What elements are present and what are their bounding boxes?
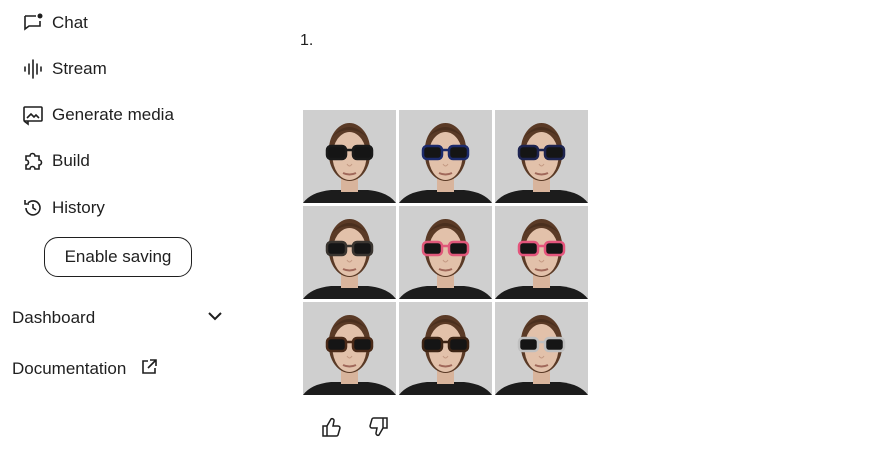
sidebar-item-chat[interactable]: Chat [22,10,88,36]
history-icon [22,197,44,219]
chat-icon [22,12,44,34]
sidebar-item-build[interactable]: Build [22,148,90,174]
sidebar-item-history[interactable]: History [22,195,105,221]
documentation-link[interactable]: Documentation [12,356,158,382]
sidebar-item-label: Chat [52,13,88,32]
image-icon [22,104,44,126]
sunglasses-variant-image [399,110,492,203]
sunglasses-variant-image [399,206,492,299]
chevron-down-icon [206,307,224,330]
sunglasses-variant-image [303,110,396,203]
thumbs-up-icon[interactable] [318,414,344,440]
thumbs-down-icon[interactable] [366,414,392,440]
sidebar-item-stream[interactable]: Stream [22,56,107,82]
sunglasses-variant-image [495,206,588,299]
dashboard-section-toggle[interactable]: Dashboard [12,305,224,331]
sidebar-item-label: Generate media [52,105,174,124]
sunglasses-variant-image [495,110,588,203]
sidebar-item-label: Build [52,151,90,170]
sidebar-item-label: History [52,198,105,217]
puzzle-icon [22,150,44,172]
external-link-icon [140,358,158,381]
sunglasses-variant-image [399,302,492,395]
sidebar-item-label: Stream [52,59,107,78]
sunglasses-image-grid[interactable] [303,110,589,396]
enable-saving-button[interactable]: Enable saving [44,237,192,277]
waveform-icon [22,58,44,80]
dashboard-label: Dashboard [12,308,96,327]
sidebar: Chat Stream Generate media Build History… [0,0,240,473]
sunglasses-variant-image [495,302,588,395]
list-number: 1. [300,32,314,49]
sunglasses-variant-image [303,302,396,395]
feedback-bar [318,414,392,440]
documentation-label: Documentation [12,359,127,378]
sidebar-item-generate-media[interactable]: Generate media [22,102,174,128]
sunglasses-variant-image [303,206,396,299]
